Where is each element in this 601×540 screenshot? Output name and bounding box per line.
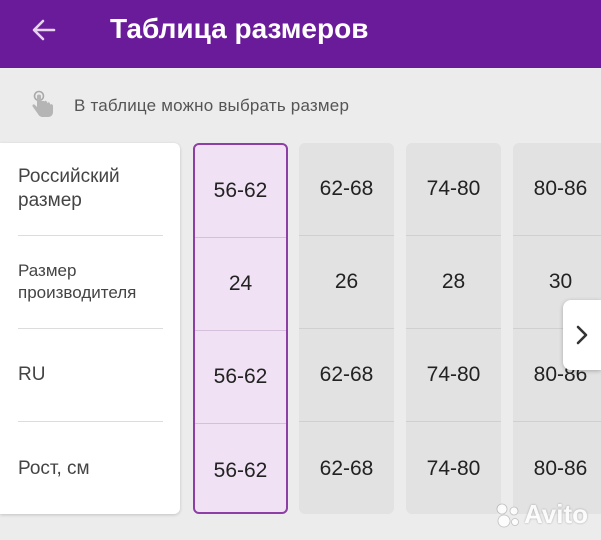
row-label-manufacturer-size: Размер производителя — [18, 236, 163, 329]
tap-hand-icon — [32, 90, 53, 117]
hint-text: В таблице можно выбрать размер — [74, 96, 350, 115]
page-title: Таблица размеров — [110, 13, 369, 44]
size-cell: 62-68 — [299, 143, 394, 236]
size-cell: 24 — [195, 238, 286, 331]
size-cell: 56-62 — [213, 458, 268, 482]
hint-bar: В таблице можно выбрать размер — [0, 68, 601, 138]
avito-watermark: Avito — [494, 498, 594, 530]
size-cell: 26 — [299, 236, 394, 329]
size-cell: 74-80 — [426, 456, 481, 480]
scroll-right-button[interactable] — [563, 300, 601, 370]
size-cell: 62-68 — [299, 329, 394, 422]
chevron-right-icon — [576, 325, 588, 345]
watermark-text: Avito — [524, 499, 589, 529]
row-label-ru: RU — [18, 329, 163, 422]
app-header: Таблица размеров — [0, 0, 601, 68]
row-label-height: Рост, см — [18, 457, 90, 479]
back-button[interactable] — [24, 10, 64, 50]
size-cell: 28 — [406, 236, 501, 329]
row-label-russian-size: Российский размер — [18, 143, 163, 236]
size-column[interactable]: 74-80 28 74-80 74-80 — [406, 143, 501, 514]
avito-logo-icon — [496, 503, 519, 528]
size-cell: 62-68 — [319, 456, 374, 480]
row-labels-column: Российский размер Размер производителя R… — [0, 143, 180, 514]
size-column-selected[interactable]: 56-62 24 56-62 56-62 — [193, 143, 288, 514]
size-column[interactable]: 62-68 26 62-68 62-68 — [299, 143, 394, 514]
size-cell: 56-62 — [195, 331, 286, 424]
size-cell: 74-80 — [406, 143, 501, 236]
size-cell: 56-62 — [195, 145, 286, 238]
arrow-left-icon — [32, 19, 56, 41]
size-cell: 74-80 — [406, 329, 501, 422]
size-cell: 80-86 — [513, 143, 601, 236]
